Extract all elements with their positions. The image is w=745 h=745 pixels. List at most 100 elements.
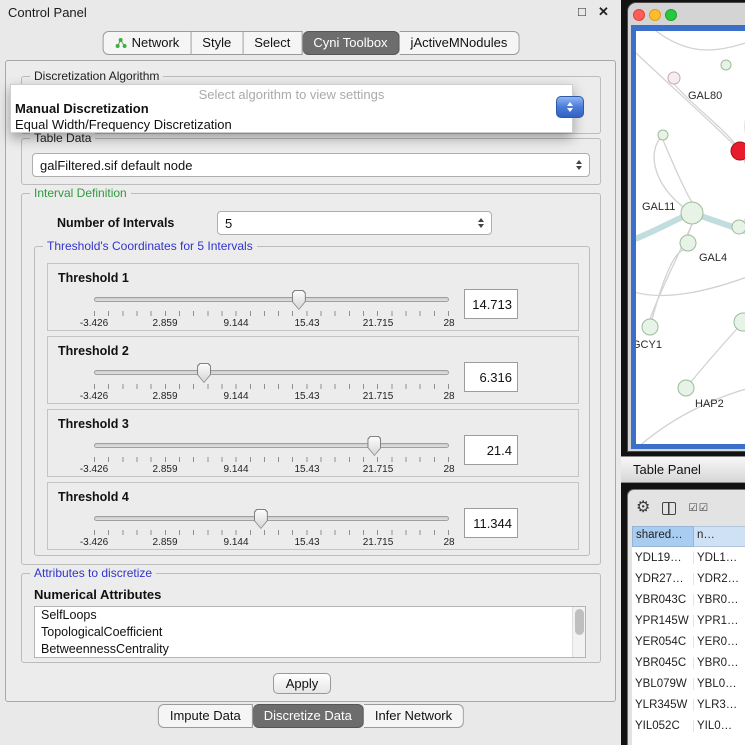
slider-scale-labels: -3.426 2.859 9.144 15.43 21.715 28 xyxy=(94,391,449,403)
slider-track[interactable] xyxy=(94,297,449,302)
column-header-shared-name[interactable]: shared… xyxy=(632,526,694,547)
scale-label: -3.426 xyxy=(80,318,108,329)
threshold-1-value[interactable]: 14.713 xyxy=(464,289,518,319)
threshold-4-label: Threshold 4 xyxy=(58,490,129,504)
table-cell[interactable]: YPR1… xyxy=(694,615,745,627)
threshold-4-value[interactable]: 11.344 xyxy=(464,508,518,538)
float-window-icon[interactable]: □ xyxy=(578,4,586,19)
slider-scale-labels: -3.426 2.859 9.144 15.43 21.715 28 xyxy=(94,537,449,549)
table-cell[interactable]: YBR045C xyxy=(632,657,694,669)
scale-label: 28 xyxy=(443,391,454,402)
table-cell[interactable]: YDL1… xyxy=(694,552,745,564)
table-cell[interactable]: YPR145W xyxy=(632,615,694,627)
threshold-3-slider[interactable]: -3.426 2.859 9.144 15.43 21.715 28 xyxy=(94,436,449,478)
table-row[interactable]: YBL079WYBL0… xyxy=(632,673,745,694)
table-row[interactable]: YLR345WYLR3… xyxy=(632,694,745,715)
tab-style[interactable]: Style xyxy=(191,31,243,55)
slider-ticks xyxy=(94,384,449,389)
algorithm-placeholder-option[interactable]: Select algorithm to view settings xyxy=(11,85,572,101)
checkbox-icons[interactable]: ☑☑ xyxy=(688,502,709,514)
threshold-3-slider-thumb[interactable] xyxy=(367,436,381,456)
scale-label: 21.715 xyxy=(363,537,394,548)
table-row[interactable]: YDL19…YDL1… xyxy=(632,547,745,568)
algorithm-option-manual[interactable]: Manual Discretization xyxy=(11,101,572,117)
scrollbar-thumb[interactable] xyxy=(575,609,584,635)
tab-impute-data[interactable]: Impute Data xyxy=(158,704,253,728)
algorithm-option-equal-width[interactable]: Equal Width/Frequency Discretization xyxy=(11,117,572,133)
node-label-gal4[interactable]: GAL4 xyxy=(699,252,727,264)
table-row[interactable]: YIL052CYIL0… xyxy=(632,715,745,736)
node-label-gcy1[interactable]: GCY1 xyxy=(636,339,662,351)
window-close-icon[interactable] xyxy=(633,9,645,21)
table-cell[interactable]: YER0… xyxy=(694,636,745,648)
tab-discretize-data[interactable]: Discretize Data xyxy=(253,704,364,728)
table-row[interactable]: YER054CYER0… xyxy=(632,631,745,652)
table-cell[interactable]: YBR0… xyxy=(694,657,745,669)
tab-cyni-toolbox[interactable]: Cyni Toolbox xyxy=(302,31,399,55)
numerical-attributes-list[interactable]: SelfLoops TopologicalCoefficient Between… xyxy=(34,606,586,658)
tab-jactivemnodules[interactable]: jActiveMNodules xyxy=(400,31,520,55)
list-item[interactable]: TopologicalCoefficient xyxy=(35,624,585,641)
table-data-combobox[interactable]: galFiltered.sif default node xyxy=(32,153,590,177)
threshold-1-slider[interactable]: -3.426 2.859 9.144 15.43 21.715 28 xyxy=(94,290,449,332)
numerical-attributes-label: Numerical Attributes xyxy=(34,587,161,602)
table-row[interactable]: YPR145WYPR1… xyxy=(632,610,745,631)
table-cell[interactable]: YLR345W xyxy=(632,699,694,711)
number-of-intervals-combobox[interactable]: 5 xyxy=(217,211,492,235)
slider-track[interactable] xyxy=(94,443,449,448)
table-cell[interactable]: YER054C xyxy=(632,636,694,648)
window-zoom-icon[interactable] xyxy=(665,9,677,21)
apply-button[interactable]: Apply xyxy=(273,673,331,694)
table-body: YDL19…YDL1… YDR27…YDR2… YBR043CYBR0… YPR… xyxy=(632,547,745,745)
number-of-intervals-label: Number of Intervals xyxy=(57,216,174,230)
table-panel-window: ⚙ ☑☑ shared… n… YDL19…YDL1… YDR27…YDR2… … xyxy=(627,489,745,745)
node-label-gal80[interactable]: GAL80 xyxy=(688,90,722,102)
table-cell[interactable]: YLR3… xyxy=(694,699,745,711)
column-selector-icon[interactable] xyxy=(662,502,676,515)
slider-scale-labels: -3.426 2.859 9.144 15.43 21.715 28 xyxy=(94,318,449,330)
table-cell[interactable]: YDR2… xyxy=(694,573,745,585)
scale-label: 15.43 xyxy=(294,537,319,548)
list-scrollbar[interactable] xyxy=(572,607,585,657)
thresholds-group-title: Threshold's Coordinates for 5 Intervals xyxy=(43,239,257,253)
scale-label: 15.43 xyxy=(294,391,319,402)
table-cell[interactable]: YBL079W xyxy=(632,678,694,690)
slider-track[interactable] xyxy=(94,370,449,375)
table-cell[interactable]: YIL0… xyxy=(694,720,745,732)
tab-select-label: Select xyxy=(254,35,290,50)
column-header-name[interactable]: n… xyxy=(694,526,745,547)
threshold-2-slider-thumb[interactable] xyxy=(197,363,211,383)
threshold-2-value[interactable]: 6.316 xyxy=(464,362,518,392)
node-label-hap2[interactable]: HAP2 xyxy=(695,398,724,410)
threshold-4-slider[interactable]: -3.426 2.859 9.144 15.43 21.715 28 xyxy=(94,509,449,551)
table-cell[interactable]: YIL052C xyxy=(632,720,694,732)
network-canvas[interactable]: GAL80 GAL11 GAL4 GCY1 HAP2 xyxy=(636,31,745,444)
threshold-4-slider-thumb[interactable] xyxy=(254,509,268,529)
tab-discretize-data-label: Discretize Data xyxy=(264,708,352,723)
threshold-1-label: Threshold 1 xyxy=(58,271,129,285)
close-icon[interactable]: ✕ xyxy=(598,4,609,20)
table-row[interactable]: YBR043CYBR0… xyxy=(632,589,745,610)
combobox-stepper-icon xyxy=(472,218,484,228)
table-cell[interactable]: YBL0… xyxy=(694,678,745,690)
table-cell[interactable]: YBR043C xyxy=(632,594,694,606)
threshold-2-slider[interactable]: -3.426 2.859 9.144 15.43 21.715 28 xyxy=(94,363,449,405)
node-label-gal11[interactable]: GAL11 xyxy=(642,201,675,213)
table-row[interactable]: YDR27…YDR2… xyxy=(632,568,745,589)
list-item[interactable]: BetweennessCentrality xyxy=(35,641,585,658)
table-cell[interactable]: YDR27… xyxy=(632,573,694,585)
interval-definition-title: Interval Definition xyxy=(30,186,131,200)
gear-icon[interactable]: ⚙ xyxy=(636,500,650,516)
threshold-3-value[interactable]: 21.4 xyxy=(464,435,518,465)
tab-network[interactable]: Network xyxy=(103,31,192,55)
threshold-1-slider-thumb[interactable] xyxy=(292,290,306,310)
tab-select[interactable]: Select xyxy=(243,31,302,55)
slider-track[interactable] xyxy=(94,516,449,521)
window-minimize-icon[interactable] xyxy=(649,9,661,21)
table-cell[interactable]: YDL19… xyxy=(632,552,694,564)
algorithm-combobox-stepper[interactable] xyxy=(556,96,584,118)
table-row[interactable]: YBR045CYBR0… xyxy=(632,652,745,673)
table-cell[interactable]: YBR0… xyxy=(694,594,745,606)
list-item[interactable]: SelfLoops xyxy=(35,607,585,624)
tab-infer-network[interactable]: Infer Network xyxy=(364,704,464,728)
